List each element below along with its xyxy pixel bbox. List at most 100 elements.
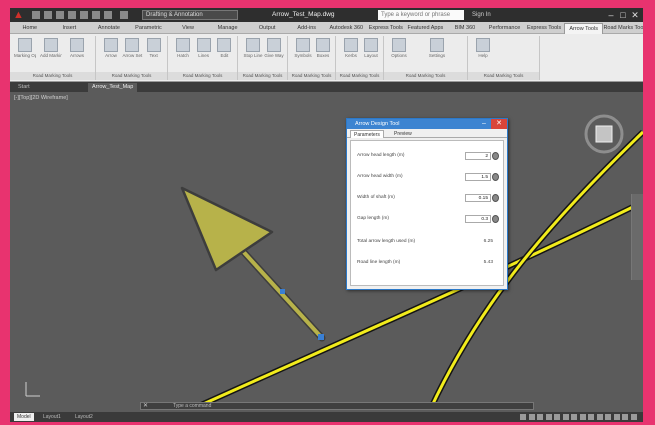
dialog-tab[interactable]: Preview bbox=[391, 130, 415, 138]
status-toggle-icon[interactable] bbox=[571, 414, 577, 420]
ribbon-panel: Kerbs Layout Road Marking Tools bbox=[336, 36, 384, 80]
undo-icon[interactable] bbox=[92, 11, 100, 19]
ribbon-tab[interactable]: View bbox=[168, 23, 208, 34]
status-toggle-icon[interactable] bbox=[520, 414, 526, 420]
ribbon-button[interactable]: Help bbox=[472, 38, 494, 64]
ribbon-tab[interactable]: Annotate bbox=[89, 23, 129, 34]
ribbon-button[interactable]: Arrows bbox=[66, 38, 88, 64]
minimize-window-icon[interactable]: – bbox=[605, 9, 617, 21]
parameter-input[interactable]: 1.5 bbox=[465, 173, 491, 181]
file-tab[interactable]: Start bbox=[14, 83, 34, 92]
ribbon-tool-icon bbox=[146, 38, 161, 52]
layout-tab[interactable]: Layout2 bbox=[72, 413, 96, 421]
ribbon-button[interactable]: Kerbs bbox=[340, 38, 362, 64]
ribbon-tool-icon bbox=[18, 38, 32, 52]
save-icon[interactable] bbox=[56, 11, 64, 19]
drawing-canvas[interactable] bbox=[10, 92, 643, 410]
status-toggle-icon[interactable] bbox=[562, 414, 569, 420]
ribbon-button[interactable]: Arrow Set bbox=[121, 38, 143, 64]
status-toggle-icon[interactable] bbox=[605, 414, 611, 420]
ribbon-button[interactable]: Text bbox=[143, 38, 165, 64]
ribbon-tab-row: Home Insert Annotate Parametric View Manage Ou… bbox=[10, 22, 643, 34]
status-toggle-icon[interactable] bbox=[613, 414, 620, 420]
ribbon-tab[interactable]: Road Marks Tools bbox=[603, 23, 643, 34]
status-toggle-icon[interactable] bbox=[528, 414, 535, 420]
viewport-controls-label[interactable]: [-][Top][2D Wireframe] bbox=[14, 95, 68, 101]
parameter-spinner[interactable] bbox=[492, 194, 499, 202]
ribbon-button[interactable]: Arrow bbox=[100, 38, 122, 64]
ribbon-tool-icon bbox=[267, 38, 281, 52]
ribbon-button[interactable]: Symbols bbox=[292, 38, 314, 64]
search-input[interactable]: Type a keyword or phrase bbox=[378, 10, 464, 20]
dialog-title-bar[interactable]: Arrow Design Tool – ✕ bbox=[347, 119, 507, 129]
command-line[interactable]: ✕ Type a command bbox=[140, 402, 534, 410]
command-close-icon[interactable]: ✕ bbox=[143, 403, 148, 410]
status-toggle-icon[interactable] bbox=[545, 414, 552, 420]
ribbon-tab[interactable]: Express Tools bbox=[366, 23, 406, 34]
dialog-tab[interactable]: Parameters bbox=[350, 130, 384, 138]
ribbon-tab[interactable]: Parametric bbox=[129, 23, 169, 34]
parameter-input[interactable]: 0.15 bbox=[465, 194, 491, 202]
ribbon-button[interactable]: Add Marking bbox=[40, 38, 62, 64]
ribbon-button[interactable]: Settings bbox=[426, 38, 448, 64]
ribbon-button[interactable]: Edit bbox=[213, 38, 235, 64]
ribbon-tab[interactable]: BIM 360 bbox=[445, 23, 485, 34]
status-toggle-icon[interactable] bbox=[579, 414, 586, 420]
ribbon-button[interactable]: Boxes bbox=[312, 38, 334, 64]
command-input[interactable]: Type a command bbox=[173, 403, 211, 410]
file-tab[interactable]: Arrow_Test_Map bbox=[88, 83, 138, 92]
share-icon[interactable] bbox=[120, 11, 128, 19]
parameter-input[interactable]: 0.3 bbox=[465, 215, 491, 223]
ribbon-tab[interactable]: Performance bbox=[485, 23, 525, 34]
redo-icon[interactable] bbox=[104, 11, 112, 19]
navigation-bar[interactable] bbox=[631, 194, 643, 280]
ribbon-button[interactable]: Give Way bbox=[263, 38, 285, 64]
ribbon-button[interactable]: Layout bbox=[360, 38, 382, 64]
ribbon-tool-icon bbox=[344, 38, 358, 52]
status-toggle-icon[interactable] bbox=[537, 414, 543, 420]
ribbon-button[interactable]: Stop Line bbox=[242, 38, 264, 64]
ribbon-tab[interactable]: Express Tools bbox=[524, 23, 564, 34]
ribbon-button-label: Arrow Set bbox=[122, 53, 143, 58]
maximize-window-icon[interactable]: □ bbox=[617, 9, 629, 21]
ribbon-button[interactable]: Hatch bbox=[172, 38, 194, 64]
layout-tab[interactable]: Model bbox=[14, 413, 34, 421]
ribbon-tab[interactable]: Add-ins bbox=[287, 23, 327, 34]
ribbon-tab[interactable]: Insert bbox=[50, 23, 90, 34]
parameter-spinner[interactable] bbox=[492, 173, 499, 181]
parameter-spinner[interactable] bbox=[492, 152, 499, 160]
ribbon-button[interactable]: Options bbox=[388, 38, 410, 64]
close-icon[interactable]: ✕ bbox=[491, 119, 507, 129]
ribbon-button[interactable]: Marking Options bbox=[14, 38, 36, 64]
sign-in-button[interactable]: Sign In bbox=[472, 10, 532, 20]
plot-icon[interactable] bbox=[80, 11, 88, 19]
ribbon-button[interactable]: Lines bbox=[193, 38, 215, 64]
ribbon-tab[interactable]: Arrow Tools bbox=[563, 23, 604, 34]
close-window-icon[interactable]: ✕ bbox=[629, 9, 641, 21]
parameter-input[interactable]: 2 bbox=[465, 152, 491, 160]
minimize-icon[interactable]: – bbox=[479, 119, 489, 129]
ribbon-tab[interactable]: Featured Apps bbox=[406, 23, 446, 34]
ribbon-tab[interactable]: Output bbox=[247, 23, 287, 34]
ribbon-tab[interactable]: Manage bbox=[208, 23, 248, 34]
ribbon-tab[interactable]: Autodesk 360 bbox=[327, 23, 367, 34]
status-toggle-icon[interactable] bbox=[630, 414, 637, 420]
workspace-dropdown[interactable]: Drafting & Annotation bbox=[142, 10, 238, 20]
drawing-viewport[interactable]: [-][Top][2D Wireframe] Arrow Design Tool… bbox=[10, 92, 643, 410]
status-toggle-icon[interactable] bbox=[588, 414, 594, 420]
open-icon[interactable] bbox=[44, 11, 52, 19]
autocad-logo-icon[interactable]: ▲ bbox=[13, 9, 25, 21]
new-icon[interactable] bbox=[32, 11, 40, 19]
file-tabs: Start Arrow_Test_Map bbox=[10, 82, 643, 92]
status-toggle-icon[interactable] bbox=[596, 414, 603, 420]
parameter-spinner[interactable] bbox=[492, 215, 499, 223]
save-as-icon[interactable] bbox=[68, 11, 76, 19]
viewcube[interactable] bbox=[582, 112, 626, 156]
status-toggle-icon[interactable] bbox=[622, 414, 628, 420]
layout-tab[interactable]: Layout1 bbox=[40, 413, 64, 421]
ribbon-tab[interactable]: Home bbox=[10, 23, 50, 34]
ribbon-panel-title: Road Marking Tools bbox=[288, 72, 335, 80]
arrow-head bbox=[180, 186, 274, 272]
status-toggle-icon[interactable] bbox=[554, 414, 560, 420]
ribbon-tool-icon bbox=[476, 38, 490, 52]
